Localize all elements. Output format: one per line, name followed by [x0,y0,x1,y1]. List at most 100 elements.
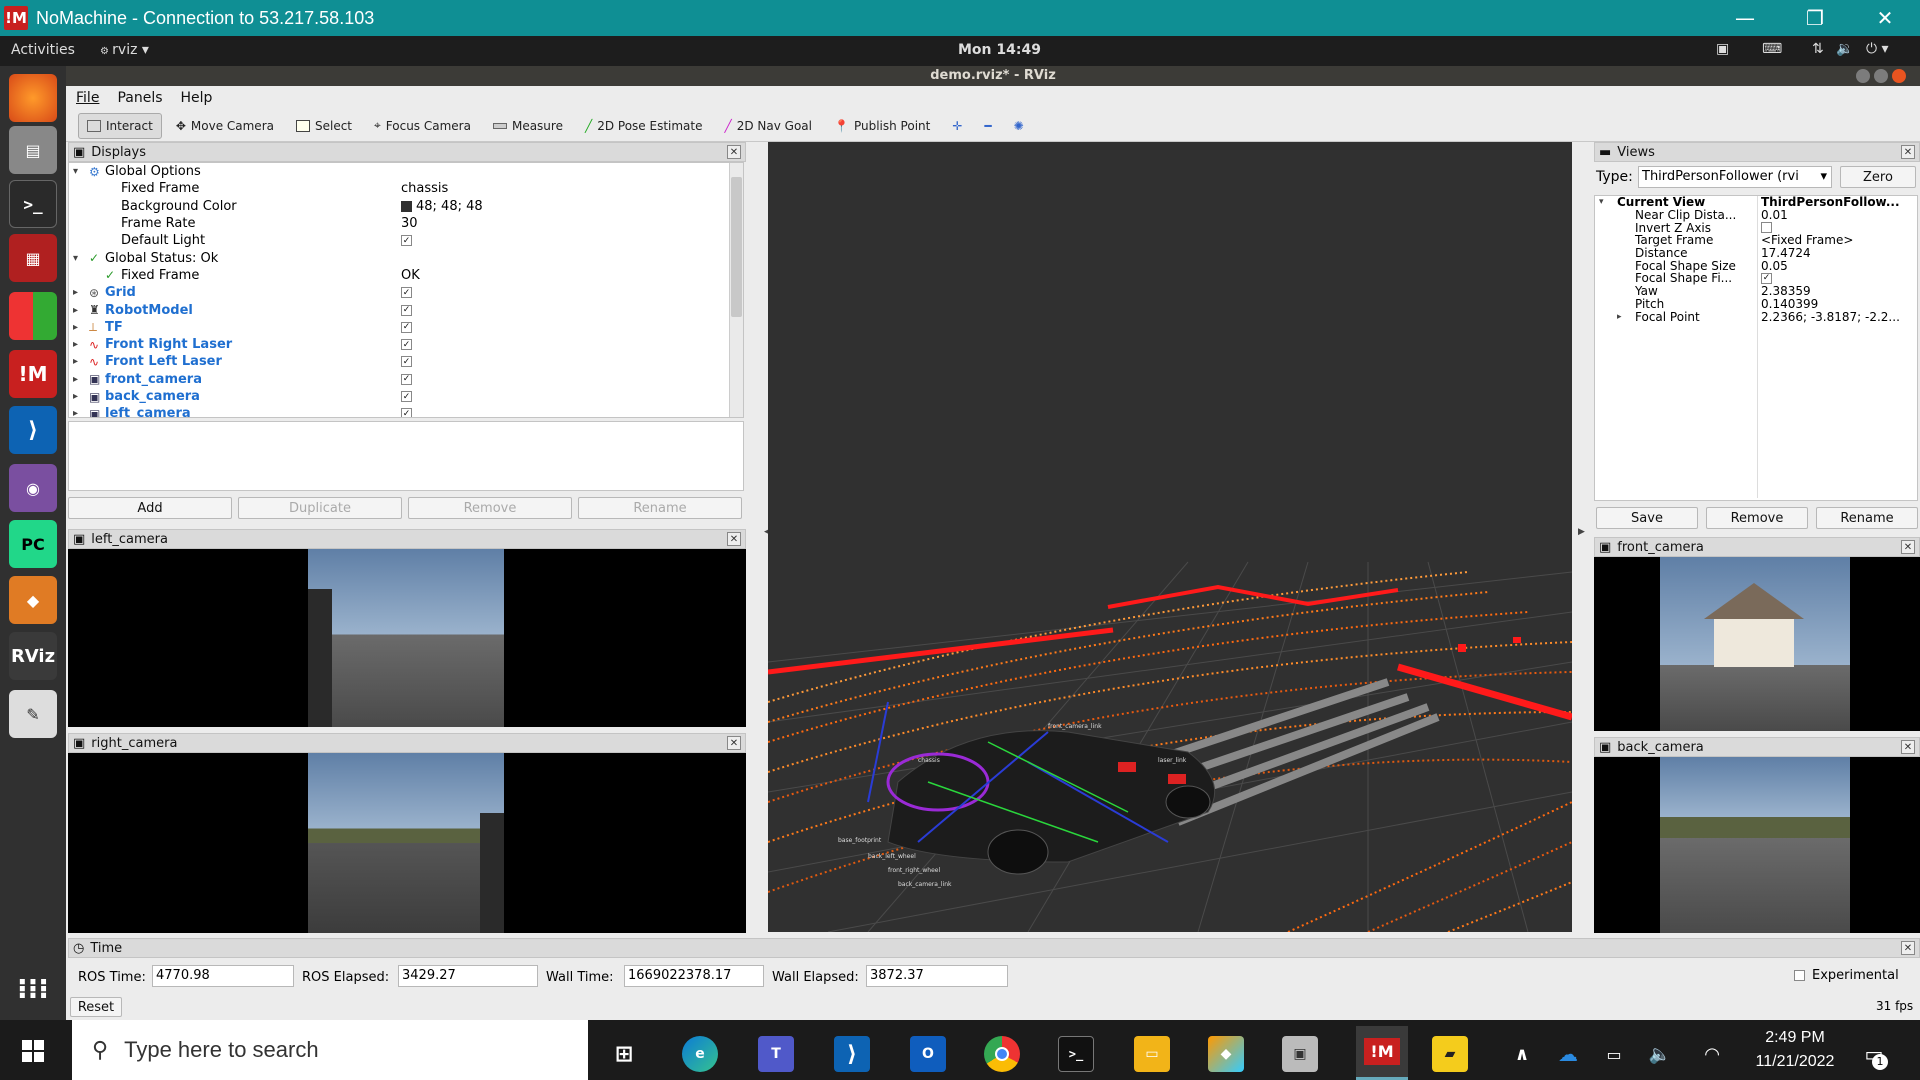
publish-point-tool[interactable]: 📍 Publish Point [826,113,938,139]
onedrive-icon[interactable]: ☁ [1550,1036,1586,1072]
gnome-clock[interactable]: Mon 14:49 [958,42,1041,58]
minimize-button[interactable]: — [1710,0,1780,36]
remote-desktop-icon[interactable]: ▣ [1282,1036,1318,1072]
expand-arrow-icon[interactable]: ▾ [73,253,89,264]
remove-tool-button[interactable]: ━ [976,113,999,139]
3d-viewport[interactable]: base_footprint back_left_wheel front_rig… [768,142,1572,932]
expand-arrow-icon[interactable]: ▾ [73,166,89,177]
terminal-icon[interactable]: >_ [9,180,57,228]
view-property-value[interactable]: 0.05 [1761,259,1788,273]
display-value[interactable]: ✓ [401,339,416,351]
nomachine-dock-icon[interactable]: !M [9,350,57,398]
display-enabled-checkbox[interactable]: ✓ [401,321,412,333]
ros-time-field[interactable]: 4770.98 [152,965,294,987]
expand-arrow-icon[interactable]: ▸ [1617,312,1631,322]
view-property-row[interactable]: Invert Z Axis [1595,221,1917,235]
display-row[interactable]: ▸ ▣ front_camera ✓ [69,371,743,388]
rviz-icon[interactable]: RViz [9,632,57,680]
restore-button[interactable]: ❐ [1780,0,1850,36]
select-tool[interactable]: Select [288,113,360,139]
display-value[interactable]: 30 [401,216,418,231]
rename-view-button[interactable]: Rename [1816,507,1918,529]
terminal-taskbar-icon[interactable]: >_ [1058,1036,1094,1072]
rviz-close-button[interactable] [1892,69,1906,83]
save-view-button[interactable]: Save [1596,507,1698,529]
view-property-value[interactable]: ✓ [1761,272,1772,284]
display-row[interactable]: ▾ ✓ Global Status: Ok [69,249,743,266]
network-icon[interactable]: ⇅ [1812,41,1824,57]
right-dock-collapse[interactable]: ▶ [1578,142,1588,932]
display-enabled-checkbox[interactable]: ✓ [401,391,412,402]
view-property-checkbox[interactable] [1761,222,1772,234]
move-camera-tool[interactable]: ✥ Move Camera [168,113,282,139]
ros-elapsed-field[interactable]: 3429.27 [398,965,538,987]
vscode-icon[interactable]: ⟩ [9,406,57,454]
pycharm-icon[interactable]: PC [9,520,57,568]
display-enabled-checkbox[interactable]: ✓ [401,373,412,385]
expand-arrow-icon[interactable]: ▸ [73,322,89,333]
view-property-row[interactable]: Pitch 0.140399 [1595,297,1917,311]
add-tool-button[interactable]: ✛ [944,113,970,139]
display-value[interactable]: ✓ [401,408,416,417]
volume-taskbar-icon[interactable]: 🔈 [1642,1036,1678,1072]
display-row[interactable]: ▸ ▣ back_camera ✓ [69,388,743,405]
app-blocks-icon[interactable] [9,292,57,340]
display-row[interactable]: ▸ ⊛ Grid ✓ [69,284,743,301]
taskbar-clock[interactable]: 2:49 PM 11/21/2022 [1740,1026,1850,1074]
view-property-row[interactable]: Focal Shape Fi... ✓ [1595,271,1917,285]
left-camera-close-icon[interactable]: ✕ [727,532,741,546]
view-property-value[interactable]: 0.01 [1761,208,1788,222]
expand-arrow-icon[interactable]: ▸ [73,408,89,417]
measure-tool[interactable]: Measure [485,113,571,139]
display-enabled-checkbox[interactable]: ✓ [401,356,412,368]
app-box-icon[interactable]: ◆ [9,576,57,624]
pose-estimate-tool[interactable]: ╱ 2D Pose Estimate [577,113,711,139]
display-value[interactable]: ✓ [401,373,416,385]
display-value[interactable]: ✓ [401,391,416,402]
menu-file[interactable]: File [76,90,99,106]
activities-button[interactable]: Activities [11,42,75,58]
view-property-value[interactable]: 2.2366; -3.8187; -2.2... [1761,310,1900,324]
display-enabled-checkbox[interactable]: ✓ [401,408,412,417]
view-property-row[interactable]: Near Clip Dista... 0.01 [1595,208,1917,222]
display-value[interactable]: ✓ [401,287,416,299]
wifi-icon[interactable]: ◠ [1694,1036,1730,1072]
zero-button[interactable]: Zero [1840,166,1916,188]
time-close-icon[interactable]: ✕ [1901,941,1915,955]
view-property-row[interactable]: ▸ Focal Point 2.2366; -3.8187; -2.2... [1595,310,1917,324]
display-row[interactable]: ▸ ♜ RobotModel ✓ [69,301,743,318]
displays-scrollbar[interactable] [729,163,743,417]
nomachine-taskbar-button[interactable]: !M [1356,1026,1408,1080]
tray-overflow-icon[interactable]: ∧ [1504,1036,1540,1072]
tool-properties-button[interactable]: ✺ [1006,113,1032,139]
close-button[interactable]: ✕ [1850,0,1920,36]
display-enabled-checkbox[interactable]: ✓ [401,287,412,299]
view-property-row[interactable]: Target Frame <Fixed Frame> [1595,233,1917,247]
expand-arrow-icon[interactable]: ▸ [73,374,89,385]
reset-button[interactable]: Reset [70,997,122,1017]
expand-arrow-icon[interactable]: ▸ [73,287,89,298]
focus-camera-tool[interactable]: ⌖ Focus Camera [366,113,479,139]
expand-arrow-icon[interactable]: ▾ [1599,197,1613,207]
chrome-icon[interactable] [984,1036,1020,1072]
wall-elapsed-field[interactable]: 3872.37 [866,965,1008,987]
view-property-row[interactable]: Focal Shape Size 0.05 [1595,259,1917,273]
display-enabled-checkbox[interactable]: ✓ [401,235,412,247]
start-icon[interactable] [22,1040,44,1062]
app-diamond-icon[interactable]: ◆ [1208,1036,1244,1072]
display-value[interactable]: chassis [401,181,448,196]
displays-close-icon[interactable]: ✕ [727,145,741,159]
display-row[interactable]: ▸ ⟂ TF ✓ [69,319,743,336]
display-row[interactable]: Background Color 48; 48; 48 [69,198,743,215]
display-row[interactable]: ▸ ∿ Front Right Laser ✓ [69,336,743,353]
power-icon[interactable]: ⏻ ▾ [1866,41,1889,57]
view-property-row[interactable]: ▾ Current View ThirdPersonFollow... [1595,195,1917,209]
edge-icon[interactable]: e [682,1036,718,1072]
display-value[interactable]: OK [401,268,420,283]
back-camera-close-icon[interactable]: ✕ [1901,740,1915,754]
media-icon[interactable]: ◉ [9,464,57,512]
display-row[interactable]: Frame Rate 30 [69,215,743,232]
view-property-value[interactable] [1761,222,1772,234]
app-red-icon[interactable]: ▦ [9,234,57,282]
view-property-row[interactable]: Distance 17.4724 [1595,246,1917,260]
